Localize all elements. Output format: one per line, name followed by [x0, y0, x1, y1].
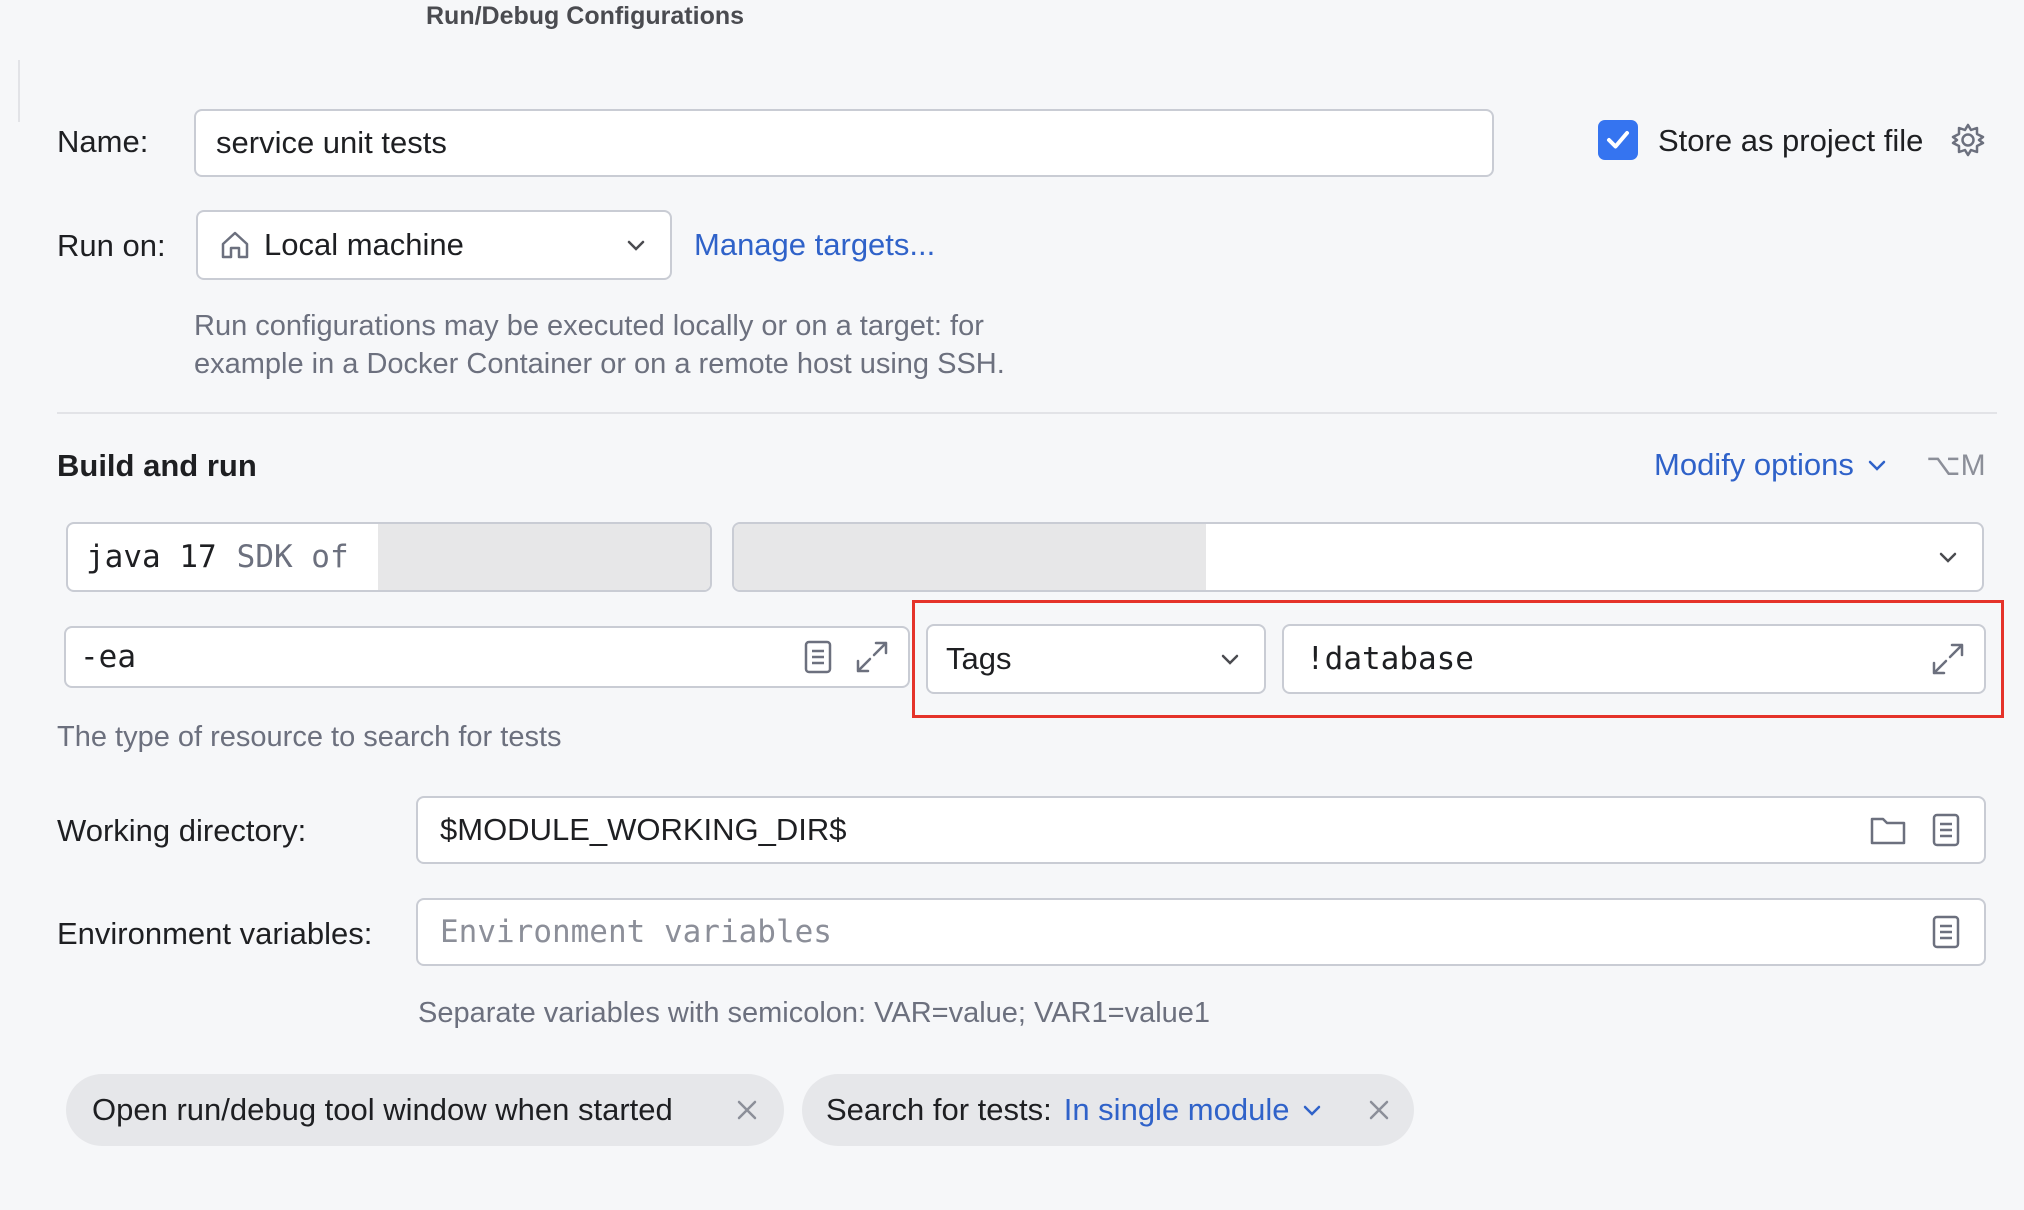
folder-icon[interactable] [1868, 810, 1908, 850]
tag-expression-value: !database [1306, 641, 1474, 677]
search-for-tests-label: Search for tests: [826, 1092, 1052, 1127]
test-kind-hint: The type of resource to search for tests [57, 721, 562, 753]
expand-icon[interactable] [1928, 639, 1968, 679]
working-directory-label: Working directory: [57, 813, 307, 848]
name-input-value: service unit tests [216, 125, 447, 160]
run-on-value: Local machine [264, 227, 464, 262]
modify-options-label: Modify options [1654, 447, 1854, 482]
chevron-down-icon [1868, 460, 1886, 471]
vm-options-input[interactable]: -ea [64, 626, 910, 688]
document-icon[interactable] [1928, 912, 1964, 952]
jdk-select[interactable]: java 17 SDK of [66, 522, 712, 592]
jdk-sdk-label: SDK of [236, 539, 349, 575]
name-input[interactable]: service unit tests [194, 109, 1494, 177]
open-tool-window-chip[interactable]: Open run/debug tool window when started [66, 1074, 784, 1146]
modify-options-button[interactable]: Modify options [1654, 447, 1888, 483]
chevron-down-icon [1304, 1105, 1321, 1116]
search-for-tests-value[interactable]: In single module [1064, 1092, 1290, 1128]
environment-variables-label: Environment variables: [57, 916, 373, 951]
manage-targets-link[interactable]: Manage targets... [694, 227, 935, 263]
checkmark-icon [1607, 131, 1629, 149]
run-on-label: Run on: [57, 228, 166, 263]
chevron-down-icon [627, 240, 645, 251]
section-divider [57, 412, 1997, 414]
environment-variables-hint: Separate variables with semicolon: VAR=v… [418, 997, 1211, 1029]
test-kind-value: Tags [946, 641, 1012, 676]
run-on-hint-line1: Run configurations may be executed local… [194, 310, 984, 342]
module-classpath-select[interactable] [732, 522, 1984, 592]
left-panel-divider [18, 60, 20, 122]
run-on-select[interactable]: Local machine [196, 210, 672, 280]
open-tool-window-label: Open run/debug tool window when started [92, 1092, 673, 1127]
tag-expression-input[interactable]: !database [1282, 624, 1986, 694]
document-icon[interactable] [1928, 810, 1964, 850]
build-and-run-heading: Build and run [57, 448, 257, 483]
test-kind-select[interactable]: Tags [926, 624, 1266, 694]
document-icon[interactable] [800, 637, 836, 677]
modify-options-shortcut: ⌥M [1926, 449, 1986, 482]
chevron-down-icon [1939, 552, 1957, 563]
chevron-down-icon [1221, 654, 1239, 665]
redacted-region [378, 524, 710, 590]
redacted-region [734, 524, 1206, 590]
environment-variables-input[interactable]: Environment variables [416, 898, 1986, 966]
jdk-version: java 17 [86, 539, 217, 575]
expand-icon[interactable] [852, 637, 892, 677]
store-as-project-file-label: Store as project file [1658, 123, 1924, 158]
store-as-project-file-checkbox[interactable] [1598, 120, 1638, 160]
close-icon[interactable] [1368, 1099, 1390, 1121]
run-on-hint-line2: example in a Docker Container or on a re… [194, 348, 1005, 380]
vm-options-value: -ea [80, 639, 136, 675]
search-for-tests-chip[interactable]: Search for tests: In single module [802, 1074, 1414, 1146]
gear-icon[interactable] [1948, 120, 1988, 160]
working-directory-value: $MODULE_WORKING_DIR$ [440, 812, 847, 847]
close-icon[interactable] [736, 1099, 758, 1121]
name-label: Name: [57, 124, 149, 159]
dialog-title: Run/Debug Configurations [426, 2, 745, 30]
environment-variables-placeholder: Environment variables [440, 914, 832, 950]
working-directory-input[interactable]: $MODULE_WORKING_DIR$ [416, 796, 1986, 864]
home-icon [221, 231, 249, 259]
